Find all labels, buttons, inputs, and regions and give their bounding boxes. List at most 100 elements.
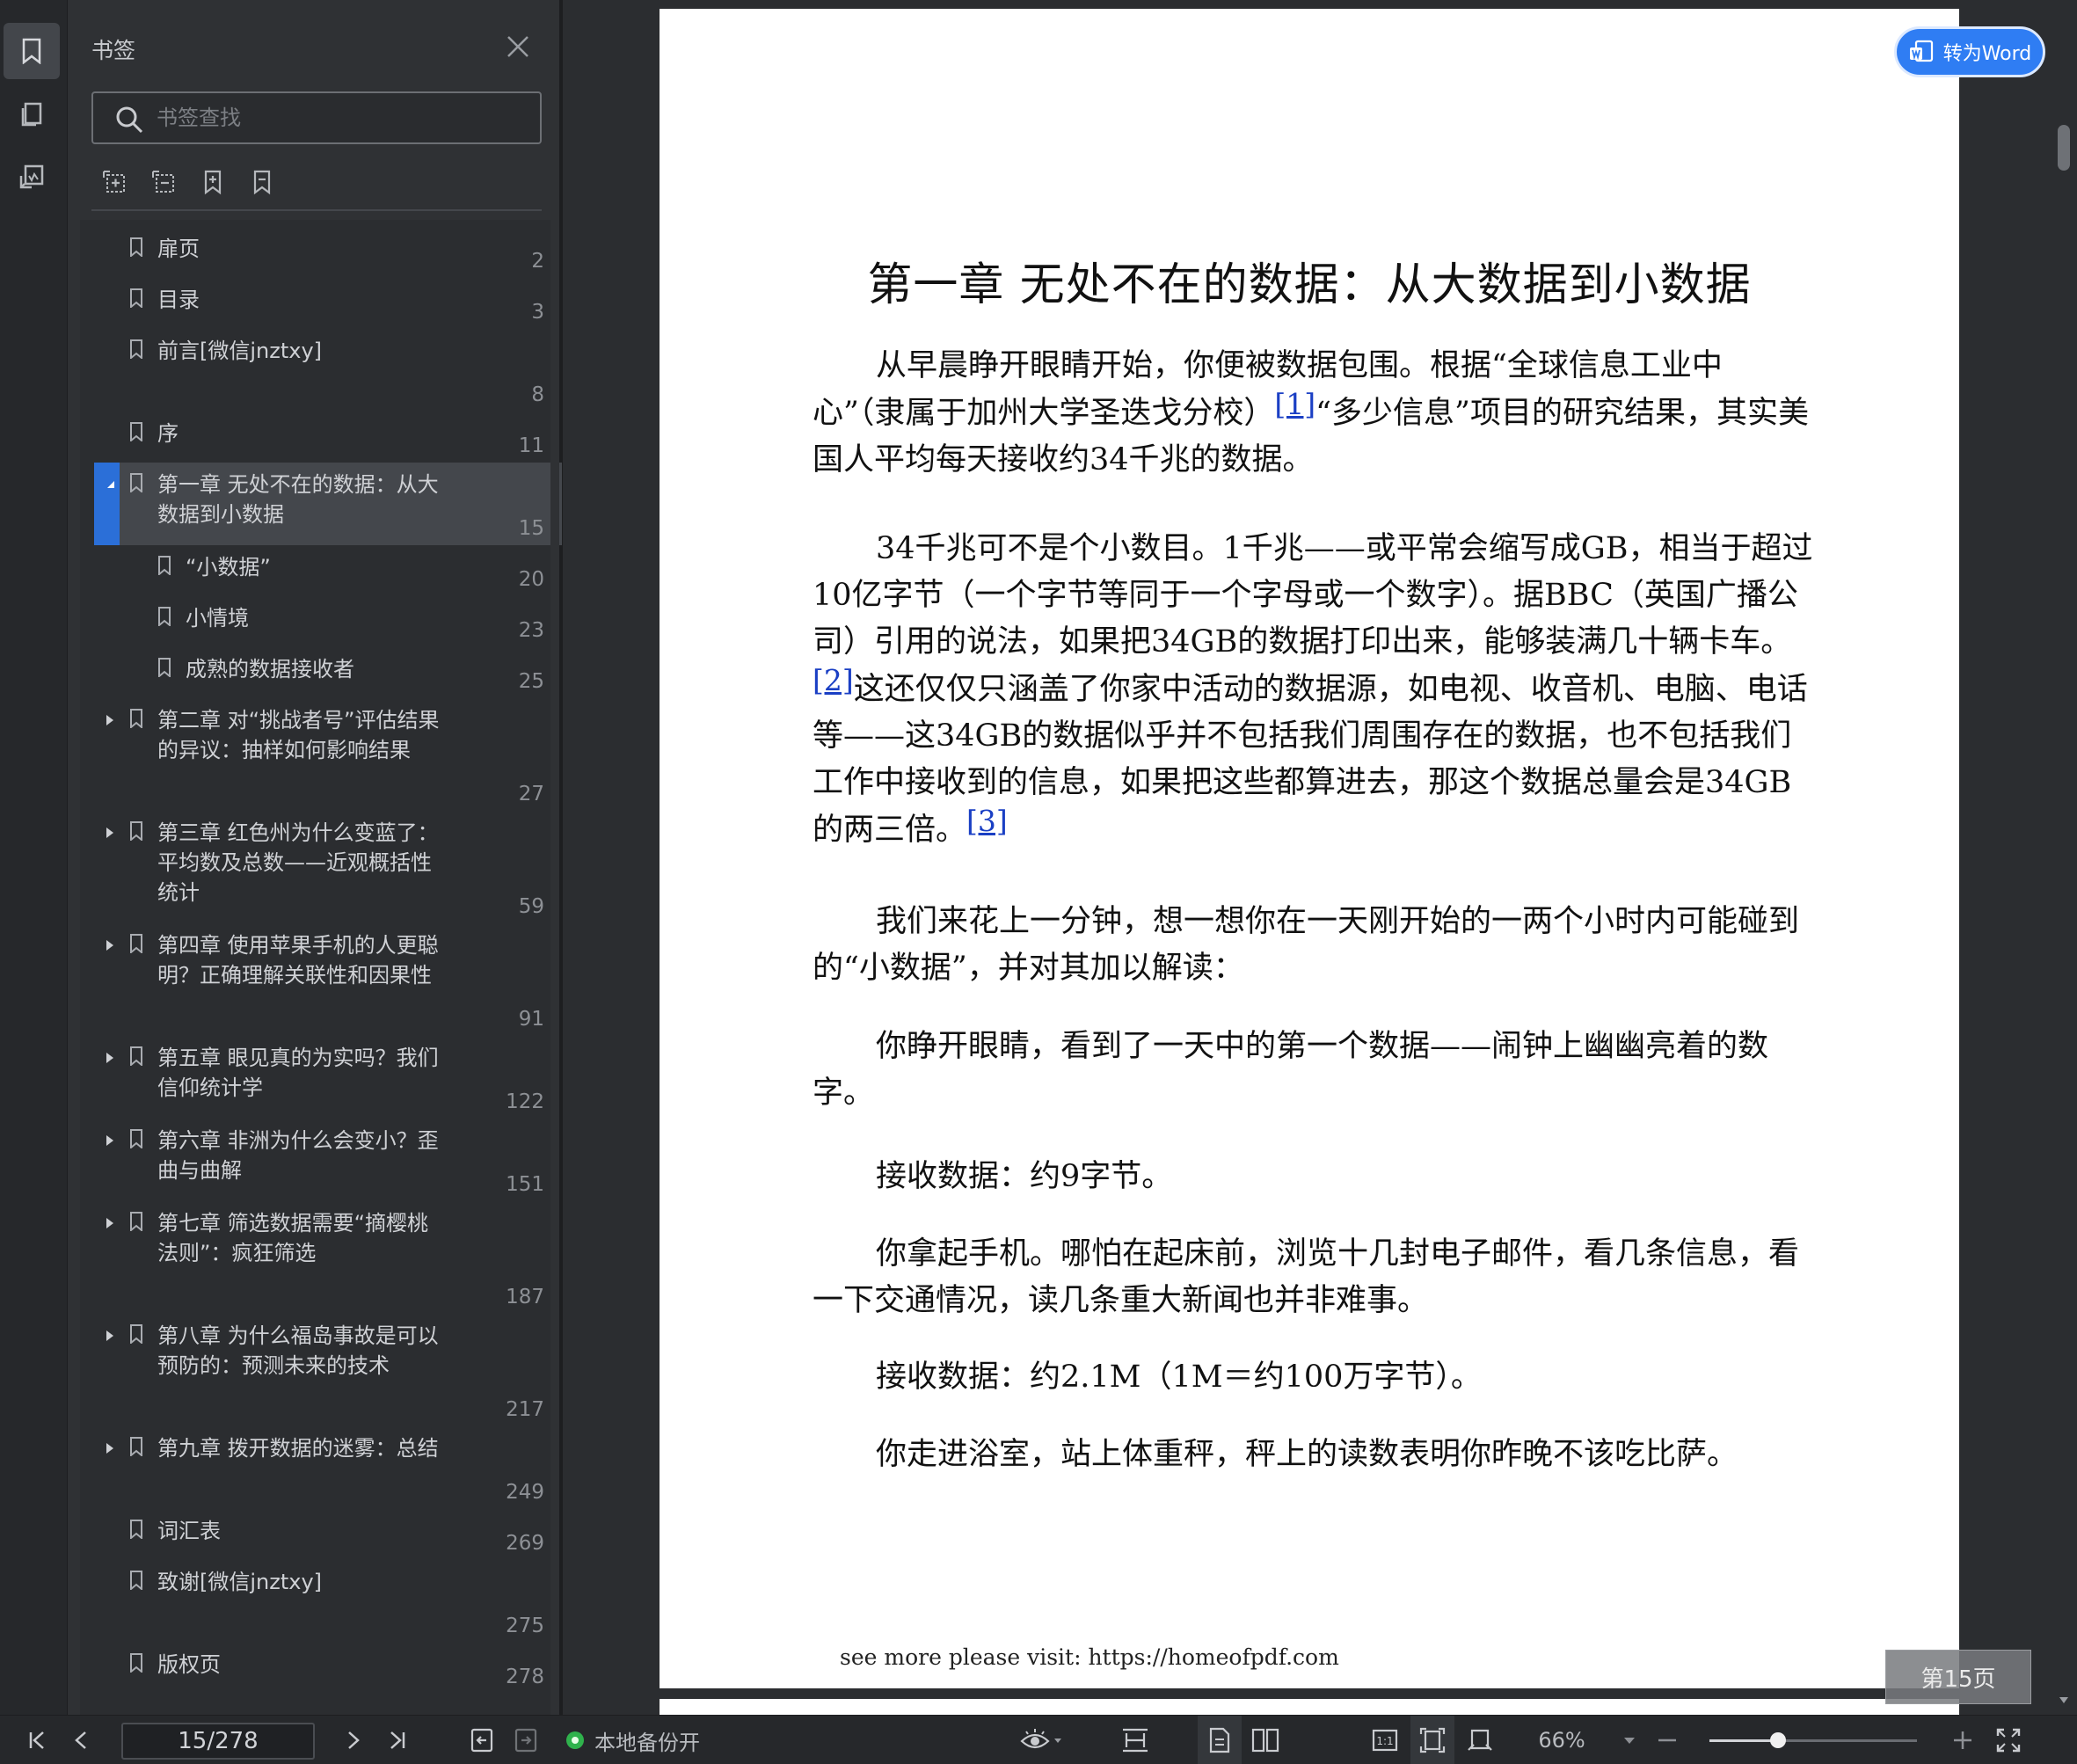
single-page-button[interactable]: [1198, 1716, 1242, 1764]
vertical-scrollbar[interactable]: [2051, 0, 2077, 1715]
fit-width-button[interactable]: [1458, 1716, 1502, 1764]
double-page-button[interactable]: [1243, 1716, 1287, 1764]
backup-status[interactable]: 本地备份开: [594, 1716, 718, 1764]
bookmark-flag-icon: [130, 288, 142, 308]
actual-size-button[interactable]: 1:1: [1363, 1716, 1407, 1764]
first-page-button[interactable]: [19, 1716, 55, 1764]
collapsed-arrow-icon[interactable]: [104, 714, 116, 726]
scroll-down-icon[interactable]: [2058, 1694, 2070, 1706]
forward-button[interactable]: [508, 1716, 543, 1764]
bookmark-flag-icon: [130, 1129, 142, 1148]
bookmark-page-number: 25: [518, 670, 544, 693]
bookmark-item[interactable]: 第五章 眼见真的为实吗？我们信仰统计学 122: [94, 1036, 562, 1119]
annotation-panel-button[interactable]: [4, 149, 60, 206]
collapsed-arrow-icon[interactable]: [104, 1330, 116, 1342]
collapsed-arrow-icon[interactable]: [104, 827, 116, 839]
convert-to-word-button[interactable]: 转为Word: [1894, 26, 2045, 77]
paragraph-7: 接收数据：约2.1M（1M＝约100万字节）。: [813, 1354, 1815, 1401]
zoom-level[interactable]: 66%: [1527, 1716, 1597, 1764]
fullscreen-button[interactable]: [1989, 1716, 2028, 1764]
zoom-out-button[interactable]: [1650, 1716, 1685, 1764]
zoom-slider-knob[interactable]: [1769, 1732, 1786, 1748]
continuous-scroll-button[interactable]: [1113, 1716, 1157, 1764]
zoom-slider[interactable]: [1709, 1732, 1917, 1748]
bookmark-page-number: 275: [506, 1615, 544, 1637]
bookmark-item[interactable]: 版权页 278: [94, 1643, 562, 1694]
remove-bookmark-button[interactable]: [247, 167, 277, 197]
add-bookmark-button[interactable]: [198, 167, 228, 197]
bookmark-label: 致谢[微信jnztxy]: [157, 1570, 323, 1594]
thumbnail-panel-button[interactable]: [4, 86, 60, 142]
bookmark-item[interactable]: “小数据” 20: [94, 545, 562, 596]
bookmark-page-number: 269: [506, 1532, 544, 1555]
bookmark-panel-button[interactable]: [4, 23, 60, 79]
close-panel-button[interactable]: [505, 33, 533, 62]
paragraph-3: 我们来花上一分钟，想一想你在一天刚开始的一两个小时内可能碰到的“小数据”，并对其…: [813, 899, 1815, 992]
bookmark-item[interactable]: 第九章 拨开数据的迷雾：总结 249: [94, 1426, 562, 1509]
document-viewport[interactable]: 第一章 无处不在的数据：从大数据到小数据 从早晨睁开眼睛开始，你便被数据包围。根…: [563, 0, 2077, 1715]
zoom-in-button[interactable]: [1945, 1716, 1980, 1764]
expanded-arrow-icon[interactable]: [105, 478, 117, 491]
bookmark-item[interactable]: 扉页 2: [94, 227, 562, 278]
bookmark-label: 第九章 拨开数据的迷雾：总结: [157, 1436, 439, 1461]
panel-title: 书签: [91, 38, 136, 63]
bookmark-flag-icon: [158, 556, 171, 575]
zoom-level-label: 66%: [1538, 1728, 1585, 1753]
paragraph-6: 你拿起手机。哪怕在起床前，浏览十几封电子邮件，看几条信息，看一下交通情况，读几条…: [813, 1231, 1815, 1324]
bookmark-item[interactable]: 第四章 使用苹果手机的人更聪明？正确理解关联性和因果性 91: [94, 923, 562, 1036]
bookmark-item[interactable]: 序 11: [94, 412, 562, 463]
collapse-all-button[interactable]: [149, 167, 179, 197]
footnote-link-3[interactable]: [3]: [966, 804, 1008, 838]
actual-size-icon: 1:1: [1372, 1729, 1398, 1752]
next-page-button[interactable]: [336, 1716, 371, 1764]
bookmark-item[interactable]: 小情境 23: [94, 596, 562, 647]
annotation-list-icon: [19, 164, 44, 189]
bookmark-item[interactable]: 第一章 无处不在的数据：从大数据到小数据 15: [94, 463, 562, 545]
bookmark-flag-icon: [130, 339, 142, 359]
bookmark-flag-icon: [130, 237, 142, 257]
bookmark-item[interactable]: 第二章 对“挑战者号”评估结果的异议：抽样如何影响结果 27: [94, 698, 562, 811]
bookmark-item[interactable]: 第七章 筛选数据需要“摘樱桃法则”：疯狂筛选 187: [94, 1201, 562, 1314]
page-number-input[interactable]: [121, 1723, 315, 1760]
bookmark-item[interactable]: 目录 3: [94, 278, 562, 329]
bookmark-list[interactable]: 扉页 2 目录 3 前言[微信jnztxy] 8 序 11 第一章 无处不在的数据：从大数据到小…: [68, 220, 562, 1715]
pdf-reader-window: 书签 扉页 2 目录 3 前言[微信jnztxy] 8 序 11 第一章 无处不在的数据：从大数…: [0, 0, 2077, 1764]
bookmark-item[interactable]: 成熟的数据接收者 25: [94, 647, 562, 698]
fit-page-button[interactable]: [1410, 1716, 1454, 1764]
bookmark-page-number: 20: [518, 568, 544, 591]
paragraph-4: 你睁开眼睛，看到了一天中的第一个数据——闹钟上幽幽亮着的数字。: [813, 1024, 1815, 1117]
paragraph-7-text: 接收数据：约2.1M（1M＝约100万字节）。: [876, 1359, 1482, 1395]
footnote-link-1[interactable]: [1]: [1274, 387, 1315, 421]
collapsed-arrow-icon[interactable]: [104, 939, 116, 951]
bookmark-label: 第一章 无处不在的数据：从大数据到小数据: [157, 472, 439, 527]
last-page-button[interactable]: [380, 1716, 415, 1764]
bookmark-item[interactable]: 第三章 红色州为什么变蓝了：平均数及总数——近观概括性统计 59: [94, 811, 562, 923]
bookmark-item[interactable]: 词汇表 269: [94, 1509, 562, 1560]
bookmark-page-number: 217: [506, 1398, 544, 1421]
bookmark-item[interactable]: 前言[微信jnztxy] 8: [94, 329, 562, 412]
paragraph-8: 你走进浴室，站上体重秤，秤上的读数表明你昨晚不该吃比萨。: [813, 1432, 1815, 1478]
collapsed-arrow-icon[interactable]: [104, 1052, 116, 1064]
bookmark-flag-icon: [130, 934, 142, 953]
thumbnail-icon: [21, 102, 42, 127]
bookmark-item[interactable]: 致谢[微信jnztxy] 275: [94, 1560, 562, 1643]
bookmark-page-number: 151: [506, 1173, 544, 1196]
eye-protection-button[interactable]: [1015, 1716, 1068, 1764]
bookmark-flag-icon: [130, 1437, 142, 1456]
footnote-link-2[interactable]: [2]: [813, 663, 854, 697]
previous-page-button[interactable]: [63, 1716, 98, 1764]
bookmark-item[interactable]: 第六章 非洲为什么会变小？歪曲与曲解 151: [94, 1119, 562, 1201]
zoom-dropdown-button[interactable]: [1616, 1716, 1643, 1764]
collapsed-arrow-icon[interactable]: [104, 1134, 116, 1147]
collapsed-arrow-icon[interactable]: [104, 1442, 116, 1454]
expand-all-button[interactable]: [99, 167, 129, 197]
chevron-down-icon: [1624, 1738, 1635, 1744]
back-button[interactable]: [464, 1716, 499, 1764]
scrollbar-thumb[interactable]: [2058, 125, 2070, 171]
bookmark-search-input[interactable]: [157, 102, 526, 134]
collapsed-arrow-icon[interactable]: [104, 1217, 116, 1229]
bookmark-page-number: 187: [506, 1286, 544, 1308]
bookmark-label: 前言[微信jnztxy]: [157, 339, 323, 363]
bookmark-item[interactable]: 第八章 为什么福岛事故是可以预防的：预测未来的技术 217: [94, 1314, 562, 1426]
paragraph-5: 接收数据：约9字节。: [813, 1154, 1815, 1200]
